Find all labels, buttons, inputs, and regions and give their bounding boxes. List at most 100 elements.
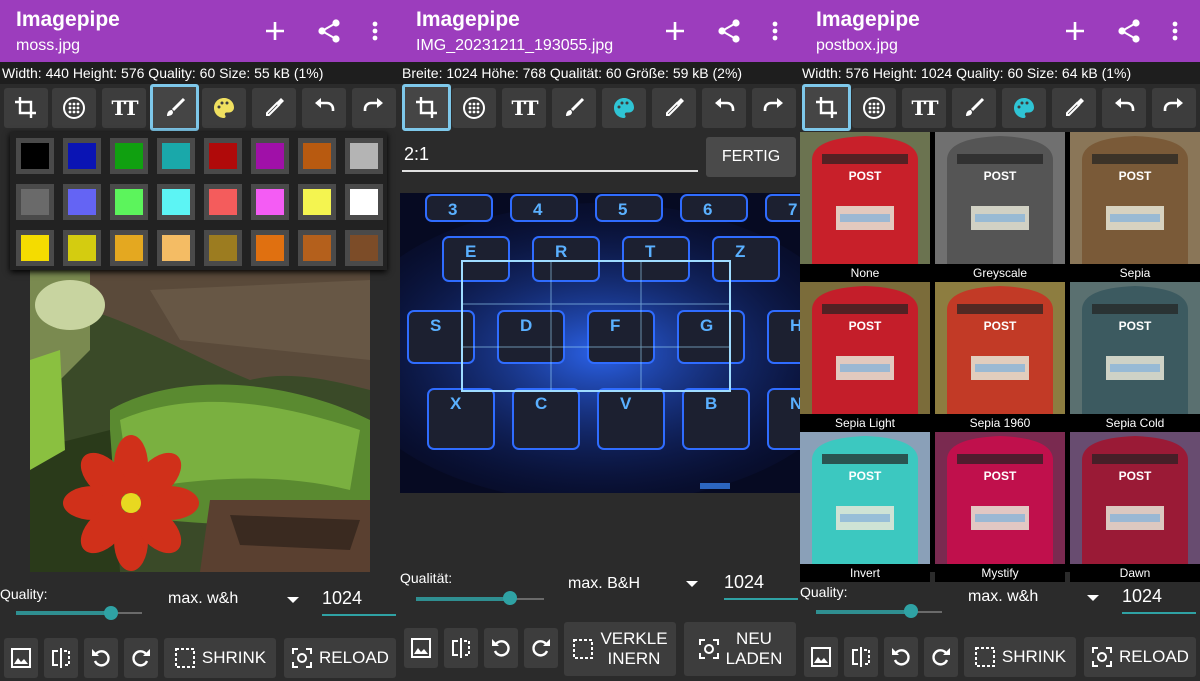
- undo-button[interactable]: [302, 88, 346, 128]
- color-swatch[interactable]: [298, 138, 336, 174]
- color-swatch[interactable]: [63, 138, 101, 174]
- rotate-right-button[interactable]: [124, 638, 158, 678]
- filter-option[interactable]: POST Greyscale: [935, 132, 1065, 282]
- color-swatch[interactable]: [110, 138, 148, 174]
- redo-button[interactable]: [752, 88, 796, 128]
- edited-image[interactable]: 34567ERTZUSDFGHXCVBN: [400, 193, 800, 493]
- rotate-left-button[interactable]: [484, 628, 518, 668]
- gallery-button[interactable]: [404, 628, 438, 668]
- undo-button[interactable]: [1102, 88, 1146, 128]
- dropdown-arrow-icon[interactable]: [1087, 595, 1099, 601]
- filter-option[interactable]: POST Invert: [800, 432, 930, 582]
- share-icon[interactable]: [312, 14, 346, 48]
- rotate-left-button[interactable]: [884, 637, 918, 677]
- brush-tool[interactable]: [552, 88, 596, 128]
- flip-button[interactable]: [444, 628, 478, 668]
- color-swatch[interactable]: [110, 184, 148, 220]
- color-swatch[interactable]: [110, 230, 148, 266]
- quality-slider-knob[interactable]: [104, 606, 118, 620]
- flip-button[interactable]: [844, 637, 878, 677]
- dropdown-arrow-icon[interactable]: [287, 597, 299, 603]
- color-swatch[interactable]: [63, 230, 101, 266]
- rotate-left-button[interactable]: [84, 638, 118, 678]
- add-icon[interactable]: [1058, 14, 1092, 48]
- shrink-button[interactable]: VERKLE INERN: [564, 622, 676, 676]
- color-swatch[interactable]: [16, 184, 54, 220]
- color-swatch[interactable]: [16, 138, 54, 174]
- reload-button[interactable]: RELOAD: [284, 638, 396, 678]
- dropdown-arrow-icon[interactable]: [686, 581, 698, 587]
- color-tool[interactable]: [1002, 88, 1046, 128]
- color-swatch[interactable]: [345, 184, 383, 220]
- filter-option[interactable]: POST Sepia Cold: [1070, 282, 1200, 432]
- size-input[interactable]: 1024: [1122, 586, 1196, 614]
- quality-slider-knob[interactable]: [503, 591, 517, 605]
- brush-tool[interactable]: [952, 88, 996, 128]
- color-swatch[interactable]: [298, 230, 336, 266]
- shrink-button[interactable]: SHRINK: [164, 638, 276, 678]
- filter-option[interactable]: POST Sepia Light: [800, 282, 930, 432]
- picker-tool[interactable]: [1052, 88, 1096, 128]
- text-tool[interactable]: TT: [902, 88, 946, 128]
- color-swatch[interactable]: [204, 230, 242, 266]
- add-icon[interactable]: [658, 14, 692, 48]
- picker-tool[interactable]: [252, 88, 296, 128]
- color-swatch[interactable]: [204, 138, 242, 174]
- filter-option[interactable]: POST Dawn: [1070, 432, 1200, 582]
- edited-image[interactable]: [30, 270, 370, 572]
- size-mode-select[interactable]: max. w&h: [168, 590, 238, 608]
- reload-button[interactable]: RELOAD: [1084, 637, 1196, 677]
- crop-tool[interactable]: [4, 88, 48, 128]
- size-input[interactable]: 1024: [322, 588, 396, 616]
- share-icon[interactable]: [712, 14, 746, 48]
- filter-option[interactable]: POST Mystify: [935, 432, 1065, 582]
- size-input[interactable]: 1024: [724, 572, 798, 600]
- text-tool[interactable]: TT: [102, 88, 146, 128]
- done-button[interactable]: FERTIG: [706, 137, 796, 177]
- rotate-right-button[interactable]: [924, 637, 958, 677]
- blur-tool[interactable]: [52, 88, 96, 128]
- redo-button[interactable]: [1152, 88, 1196, 128]
- color-swatch[interactable]: [157, 184, 195, 220]
- blur-tool[interactable]: [452, 88, 496, 128]
- color-swatch[interactable]: [204, 184, 242, 220]
- quality-slider[interactable]: [416, 597, 512, 601]
- filter-option[interactable]: POST None: [800, 132, 930, 282]
- redo-button[interactable]: [352, 88, 396, 128]
- more-icon[interactable]: [358, 14, 392, 48]
- quality-slider[interactable]: [16, 611, 112, 615]
- color-swatch[interactable]: [251, 230, 289, 266]
- rotate-right-button[interactable]: [524, 628, 558, 668]
- undo-button[interactable]: [702, 88, 746, 128]
- brush-tool[interactable]: [150, 84, 199, 131]
- color-swatch[interactable]: [251, 138, 289, 174]
- gallery-button[interactable]: [804, 637, 838, 677]
- quality-slider-knob[interactable]: [904, 604, 918, 618]
- more-icon[interactable]: [1158, 14, 1192, 48]
- crop-tool[interactable]: [802, 84, 851, 131]
- color-swatch[interactable]: [157, 230, 195, 266]
- more-icon[interactable]: [758, 14, 792, 48]
- color-swatch[interactable]: [251, 184, 289, 220]
- filter-option[interactable]: POST Sepia: [1070, 132, 1200, 282]
- color-swatch[interactable]: [157, 138, 195, 174]
- share-icon[interactable]: [1112, 14, 1146, 48]
- reload-button[interactable]: NEU LADEN: [684, 622, 796, 676]
- flip-button[interactable]: [44, 638, 78, 678]
- color-tool[interactable]: [602, 88, 646, 128]
- color-swatch[interactable]: [345, 138, 383, 174]
- color-swatch[interactable]: [345, 230, 383, 266]
- size-mode-select[interactable]: max. w&h: [968, 588, 1038, 606]
- filter-option[interactable]: POST Sepia 1960: [935, 282, 1065, 432]
- color-swatch[interactable]: [298, 184, 336, 220]
- crop-tool[interactable]: [402, 84, 451, 131]
- color-tool[interactable]: [202, 88, 246, 128]
- text-tool[interactable]: TT: [502, 88, 546, 128]
- shrink-button[interactable]: SHRINK: [964, 637, 1076, 677]
- blur-tool[interactable]: [852, 88, 896, 128]
- size-mode-select[interactable]: max. B&H: [568, 575, 640, 593]
- picker-tool[interactable]: [652, 88, 696, 128]
- aspect-ratio-input[interactable]: 2:1: [402, 136, 698, 172]
- add-icon[interactable]: [258, 14, 292, 48]
- quality-slider[interactable]: [816, 610, 912, 614]
